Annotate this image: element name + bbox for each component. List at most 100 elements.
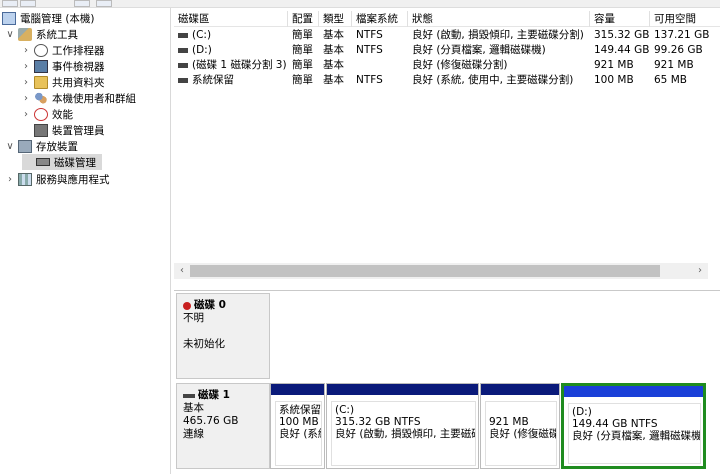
volume-name: (C:) [174, 28, 288, 43]
partition-name: (C:) [335, 404, 355, 416]
chevron-right-icon[interactable]: › [20, 109, 32, 120]
volume-type: 基本 [323, 44, 344, 56]
disk-0-label[interactable]: 磁碟 0 不明 未初始化 [176, 293, 270, 379]
volume-name: (D:) [174, 43, 288, 58]
chevron-down-icon[interactable]: ∨ [4, 29, 16, 40]
tree-item-disk-management[interactable]: 磁碟管理 [22, 154, 102, 170]
shared-folder-icon [34, 75, 48, 89]
toolbar-button[interactable] [2, 0, 18, 7]
tree-item-label: 效能 [52, 108, 73, 121]
tree-item-label: 事件檢視器 [52, 60, 105, 73]
partition-recovery[interactable]: 921 MB 良好 (修復磁碟 [480, 383, 560, 469]
volume-status: 良好 (分頁檔案, 邏輯磁碟機) [412, 44, 546, 56]
tree-item-local-users-groups[interactable]: › 本機使用者和群組 [20, 90, 136, 106]
partition-system-reserved[interactable]: 系統保留 100 MB 良好 (系統 [270, 383, 325, 469]
volume-name: 系統保留 [174, 73, 288, 88]
partition-size: 149.44 GB NTFS [572, 418, 658, 430]
tree-item-task-scheduler[interactable]: › 工作排程器 [20, 42, 105, 58]
disk-management-icon [36, 158, 50, 166]
toolbar-button[interactable] [20, 0, 36, 7]
disk-size [183, 325, 263, 338]
computer-icon [2, 11, 16, 25]
volume-status: 良好 (修復磁碟分割) [412, 59, 508, 71]
volume-filesystem: NTFS [356, 29, 383, 41]
table-row[interactable]: 系統保留 簡單 基本 NTFS 良好 (系統, 使用中, 主要磁碟分割) 100… [174, 73, 720, 88]
disk-type: 不明 [183, 312, 204, 324]
table-row[interactable]: (D:) 簡單 基本 NTFS 良好 (分頁檔案, 邏輯磁碟機) 149.44 … [174, 43, 720, 58]
table-row[interactable]: (C:) 簡單 基本 NTFS 良好 (啟動, 損毀傾印, 主要磁碟分割) 31… [174, 28, 720, 43]
column-header-layout[interactable]: 配置 [288, 11, 319, 27]
volume-icon [178, 47, 188, 53]
tree-item-event-viewer[interactable]: › 事件檢視器 [20, 58, 105, 74]
volume-filesystem: NTFS [356, 74, 383, 86]
clock-icon [34, 43, 48, 57]
toolbar-button[interactable] [74, 0, 90, 7]
column-header-volume[interactable]: 磁碟區 [174, 11, 288, 27]
column-header-capacity[interactable]: 容量 [590, 11, 650, 27]
disk-title: 磁碟 1 [183, 389, 263, 402]
partition-c[interactable]: (C:) 315.32 GB NTFS 良好 (啟動, 損毀傾印, 主要磁碟 [326, 383, 479, 469]
chevron-right-icon[interactable]: › [20, 77, 32, 88]
users-icon [34, 91, 48, 105]
partition-status: 良好 (修復磁碟 [489, 428, 557, 440]
volume-list: 磁碟區 配置 類型 檔案系統 狀態 容量 可用空間 (C:) 簡單 基本 NTF… [174, 8, 720, 290]
disk-type: 基本 [183, 402, 204, 414]
tree-item-computer-management[interactable]: 電腦管理 (本機) [2, 10, 95, 26]
partition-d[interactable]: (D:) 149.44 GB NTFS 良好 (分頁檔案, 邏輯磁碟機 [561, 383, 706, 469]
tree-item-system-tools[interactable]: ∨ 系統工具 [4, 26, 78, 42]
disk-graphical-view: 磁碟 0 不明 未初始化 磁碟 1 基本 465.76 GB 連線 系統保留 1… [174, 290, 720, 474]
tree-item-performance[interactable]: › 效能 [20, 106, 73, 122]
partition-size: 315.32 GB NTFS [335, 416, 421, 428]
column-header-type[interactable]: 類型 [319, 11, 352, 27]
partition-name: 系統保留 [279, 404, 321, 416]
partition-status: 良好 (系統 [279, 428, 321, 440]
disk-1-label[interactable]: 磁碟 1 基本 465.76 GB 連線 [176, 383, 270, 469]
volume-layout: 簡單 [292, 59, 313, 71]
navigation-tree: 電腦管理 (本機) ∨ 系統工具 › 工作排程器 › 事件檢視器 › 共用資料夾… [0, 8, 171, 474]
tree-item-storage[interactable]: ∨ 存放裝置 [4, 138, 78, 154]
volume-layout: 簡單 [292, 44, 313, 56]
partition-bar [564, 386, 703, 397]
toolbar-strip [0, 0, 720, 8]
partition-name [489, 404, 553, 416]
volume-status: 良好 (系統, 使用中, 主要磁碟分割) [412, 74, 574, 86]
toolbar-button[interactable] [96, 0, 112, 7]
tree-item-services-applications[interactable]: › 服務與應用程式 [4, 171, 110, 187]
column-header-free-space[interactable]: 可用空間 [650, 11, 720, 27]
volume-icon [178, 77, 188, 83]
volume-free-space: 137.21 GB [654, 29, 710, 41]
tree-item-device-manager[interactable]: 裝置管理員 [20, 122, 105, 138]
horizontal-scrollbar[interactable]: ‹ › [174, 263, 708, 279]
tree-item-label: 服務與應用程式 [36, 173, 110, 186]
volume-capacity: 149.44 GB [594, 44, 650, 56]
partition-status: 良好 (分頁檔案, 邏輯磁碟機 [572, 430, 701, 442]
chevron-down-icon[interactable]: ∨ [4, 141, 16, 152]
chevron-right-icon[interactable]: › [20, 93, 32, 104]
tree-item-label: 系統工具 [36, 28, 78, 41]
disk-title: 磁碟 0 [183, 299, 263, 312]
device-manager-icon [34, 123, 48, 137]
disk-size: 465.76 GB [183, 415, 239, 427]
tree-item-shared-folders[interactable]: › 共用資料夾 [20, 74, 105, 90]
volume-capacity: 315.32 GB [594, 29, 650, 41]
disk-icon [183, 393, 195, 398]
partition-bar [271, 384, 324, 395]
scrollbar-thumb[interactable] [190, 265, 660, 277]
volume-layout: 簡單 [292, 29, 313, 41]
tree-item-label: 磁碟管理 [54, 156, 96, 169]
partition-status: 良好 (啟動, 損毀傾印, 主要磁碟 [335, 428, 476, 440]
column-header-status[interactable]: 狀態 [408, 11, 590, 27]
chevron-right-icon[interactable]: › [20, 61, 32, 72]
volume-icon [178, 62, 188, 68]
volume-type: 基本 [323, 59, 344, 71]
volume-filesystem: NTFS [356, 44, 383, 56]
volume-type: 基本 [323, 29, 344, 41]
volume-capacity: 921 MB [594, 59, 634, 71]
table-row[interactable]: (磁碟 1 磁碟分割 3) 簡單 基本 良好 (修復磁碟分割) 921 MB 9… [174, 58, 720, 73]
chevron-right-icon[interactable]: › [4, 174, 16, 185]
column-header-filesystem[interactable]: 檔案系統 [352, 11, 408, 27]
scroll-right-icon[interactable]: › [692, 263, 708, 279]
chevron-right-icon[interactable]: › [20, 45, 32, 56]
scroll-left-icon[interactable]: ‹ [174, 263, 190, 279]
volume-filesystem [352, 58, 408, 73]
